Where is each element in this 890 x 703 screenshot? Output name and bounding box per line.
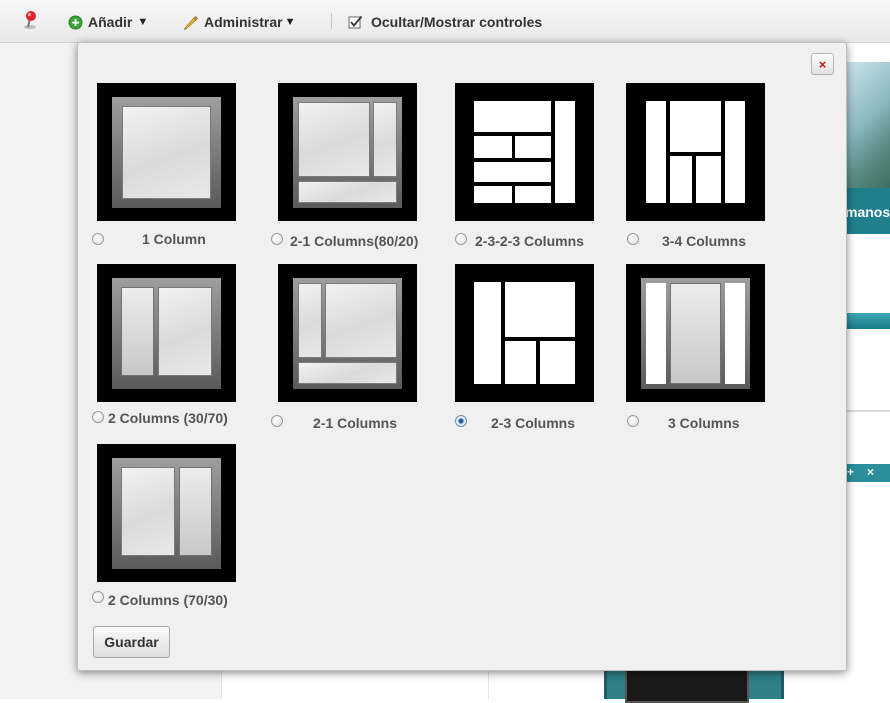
thumb-pane: [696, 156, 721, 203]
toggle-controls-button[interactable]: Ocultar/Mostrar controles: [348, 12, 542, 32]
thumb-pane: [122, 106, 211, 199]
thumb-pane: [515, 136, 551, 158]
thumb-pane: [725, 101, 745, 203]
background-box: [845, 330, 890, 412]
background-photo: [845, 62, 890, 190]
radio-2-3-columns[interactable]: [455, 415, 467, 427]
thumb-pane: [325, 283, 397, 358]
layout-thumb-2-columns-30-70[interactable]: [97, 264, 236, 402]
layout-thumb-2-3-columns[interactable]: [455, 264, 594, 402]
thumb-pane: [474, 162, 551, 182]
label-2-1-columns-80-20[interactable]: 2-1 Columns(80/20): [290, 232, 418, 250]
toggle-controls-label: Ocultar/Mostrar controles: [371, 14, 543, 30]
chevron-down-icon: ▼: [284, 16, 296, 28]
thumb-pane: [474, 186, 512, 203]
layout-thumb-3-4-columns[interactable]: [626, 83, 765, 221]
radio-2-1-columns[interactable]: [271, 415, 283, 427]
radio-2-3-2-3-columns[interactable]: [455, 233, 467, 245]
save-button[interactable]: Guardar: [93, 626, 170, 658]
thumb-pane: [121, 467, 175, 556]
label-2-1-columns[interactable]: 2-1 Columns: [313, 414, 397, 432]
label-2-3-columns[interactable]: 2-3 Columns: [491, 414, 575, 432]
radio-2-columns-70-30[interactable]: [92, 591, 104, 603]
thumb-pane: [670, 101, 721, 152]
label-2-columns-30-70[interactable]: 2 Columns (30/70): [108, 409, 228, 427]
thumb-pane: [555, 101, 575, 203]
background-widget-controls: + ×: [845, 464, 890, 482]
checkbox-checked-icon: [348, 15, 363, 28]
toolbar-divider: [331, 13, 332, 29]
thumb-pane: [646, 101, 666, 203]
manage-menu[interactable]: Administrar ▼: [182, 12, 295, 32]
close-icon[interactable]: ×: [867, 465, 874, 479]
close-icon: ×: [818, 56, 827, 72]
thumb-pane: [298, 102, 370, 177]
manage-menu-label: Administrar: [204, 14, 283, 30]
thumb-pane: [158, 287, 212, 376]
layout-thumb-1-column[interactable]: [97, 83, 236, 221]
radio-2-1-columns-80-20[interactable]: [271, 233, 283, 245]
radio-3-columns[interactable]: [627, 415, 639, 427]
layout-thumb-3-columns[interactable]: [626, 264, 765, 402]
thumb-pane: [298, 181, 397, 203]
thumb-pane: [474, 101, 551, 132]
thumb-pane: [670, 156, 692, 203]
label-3-columns[interactable]: 3 Columns: [668, 414, 740, 432]
close-button[interactable]: ×: [811, 53, 834, 75]
add-menu-label: Añadir: [88, 14, 133, 30]
pin-icon[interactable]: [21, 10, 39, 30]
top-toolbar: Añadir ▼ Administrar ▼ Ocultar/Mostrar c…: [0, 0, 890, 43]
thumb-pane: [505, 282, 575, 337]
thumb-pane: [725, 283, 745, 384]
thumb-pane: [298, 283, 322, 358]
background-teal-bar: [845, 313, 890, 329]
thumb-pane: [540, 341, 575, 384]
thumb-pane: [298, 362, 397, 384]
thumb-pane: [121, 287, 154, 376]
background-banner-text: manos: [845, 204, 890, 220]
layout-thumb-2-1-columns-80-20[interactable]: [278, 83, 417, 221]
radio-2-columns-30-70[interactable]: [92, 411, 104, 423]
thumb-pane: [179, 467, 212, 556]
layout-thumb-2-columns-70-30[interactable]: [97, 444, 236, 582]
thumb-pane: [505, 341, 536, 384]
plus-icon[interactable]: +: [847, 465, 854, 479]
label-2-columns-70-30[interactable]: 2 Columns (70/30): [108, 591, 228, 609]
add-menu[interactable]: Añadir ▼: [68, 12, 148, 32]
thumb-pane: [646, 283, 666, 384]
thumb-pane: [373, 102, 397, 177]
pencil-icon: [184, 15, 199, 30]
radio-1-column[interactable]: [92, 233, 104, 245]
label-2-3-2-3-columns[interactable]: 2-3-2-3 Columns: [475, 232, 584, 250]
chevron-down-icon: ▼: [137, 16, 149, 28]
thumb-pane: [515, 186, 551, 203]
label-3-4-columns[interactable]: 3-4 Columns: [662, 232, 746, 250]
radio-3-4-columns[interactable]: [627, 233, 639, 245]
layout-picker-dialog: × 1 Column 2-1 Columns(80/20) 2-3-2-3 Co…: [77, 42, 847, 671]
thumb-pane: [474, 282, 501, 384]
layout-thumb-2-1-columns[interactable]: [278, 264, 417, 402]
thumb-pane: [474, 136, 512, 158]
thumb-pane: [670, 283, 721, 384]
add-circle-icon: [68, 15, 83, 29]
tv-screen: [625, 669, 749, 703]
layout-thumb-2-3-2-3-columns[interactable]: [455, 83, 594, 221]
label-1-column[interactable]: 1 Column: [142, 230, 206, 248]
